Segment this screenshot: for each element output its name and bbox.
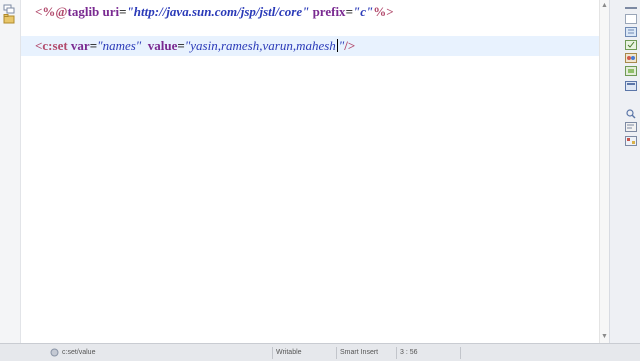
code-line-2-current[interactable]: <c:set var="names" value="yasin,ramesh,v… — [21, 36, 599, 56]
var-value: "names" — [97, 38, 142, 53]
restore-icon[interactable] — [3, 4, 15, 14]
left-toolbar — [0, 0, 21, 343]
status-bar: c:set/value Writable Smart Insert 3 : 56 — [0, 343, 640, 361]
status-separator — [336, 347, 337, 359]
value-value: "yasin,ramesh,varun,mahesh — [184, 38, 336, 53]
task-list-icon[interactable] — [625, 40, 637, 50]
prefix-attribute: prefix — [312, 4, 346, 19]
text-caret — [336, 39, 338, 52]
jsp-directive-open: <%@ — [35, 4, 68, 19]
cursor-position: 3 : 56 — [400, 349, 418, 356]
insert-mode-status: Smart Insert — [340, 349, 379, 356]
cset-tag-close: /> — [344, 38, 356, 53]
status-separator — [460, 347, 461, 359]
cset-tag-open: <c:set — [35, 38, 68, 53]
breadcrumb[interactable]: c:set/value — [62, 348, 95, 358]
console-icon[interactable] — [625, 122, 637, 132]
directive-name: taglib — [67, 4, 100, 19]
palette-icon[interactable] — [625, 53, 637, 63]
maximize-icon[interactable] — [625, 14, 637, 24]
equals-sign: = — [119, 4, 127, 19]
equals-sign: = — [177, 38, 185, 53]
scroll-up-icon[interactable]: ▲ — [601, 2, 608, 9]
problems-icon[interactable] — [625, 136, 637, 146]
package-explorer-icon[interactable] — [3, 14, 15, 24]
status-separator — [272, 347, 273, 359]
prefix-value: "c" — [352, 4, 374, 19]
snippets-icon[interactable] — [625, 66, 637, 76]
uri-value: "http://java.sun.com/jsp/jstl/core" — [126, 4, 310, 19]
jsp-directive-close: %> — [373, 4, 394, 19]
code-line-1[interactable]: <%@taglib uri="http://java.sun.com/jsp/j… — [35, 2, 599, 22]
equals-sign: = — [345, 4, 353, 19]
equals-sign: = — [89, 38, 98, 53]
status-icon — [50, 348, 59, 357]
search-icon[interactable] — [625, 109, 637, 119]
right-side-toolbar — [609, 0, 640, 343]
properties-icon[interactable] — [625, 81, 637, 91]
scroll-down-icon[interactable]: ▼ — [601, 333, 608, 340]
minimize-icon[interactable] — [624, 3, 638, 13]
value-attribute: value — [147, 38, 178, 53]
writable-status: Writable — [276, 349, 302, 356]
code-editor[interactable]: <%@taglib uri="http://java.sun.com/jsp/j… — [21, 0, 599, 343]
outline-view-icon[interactable] — [625, 27, 637, 37]
var-attribute: var — [70, 38, 90, 53]
vertical-scrollbar[interactable]: ▲ ▼ — [599, 0, 609, 343]
status-separator — [396, 347, 397, 359]
uri-attribute: uri — [102, 4, 120, 19]
